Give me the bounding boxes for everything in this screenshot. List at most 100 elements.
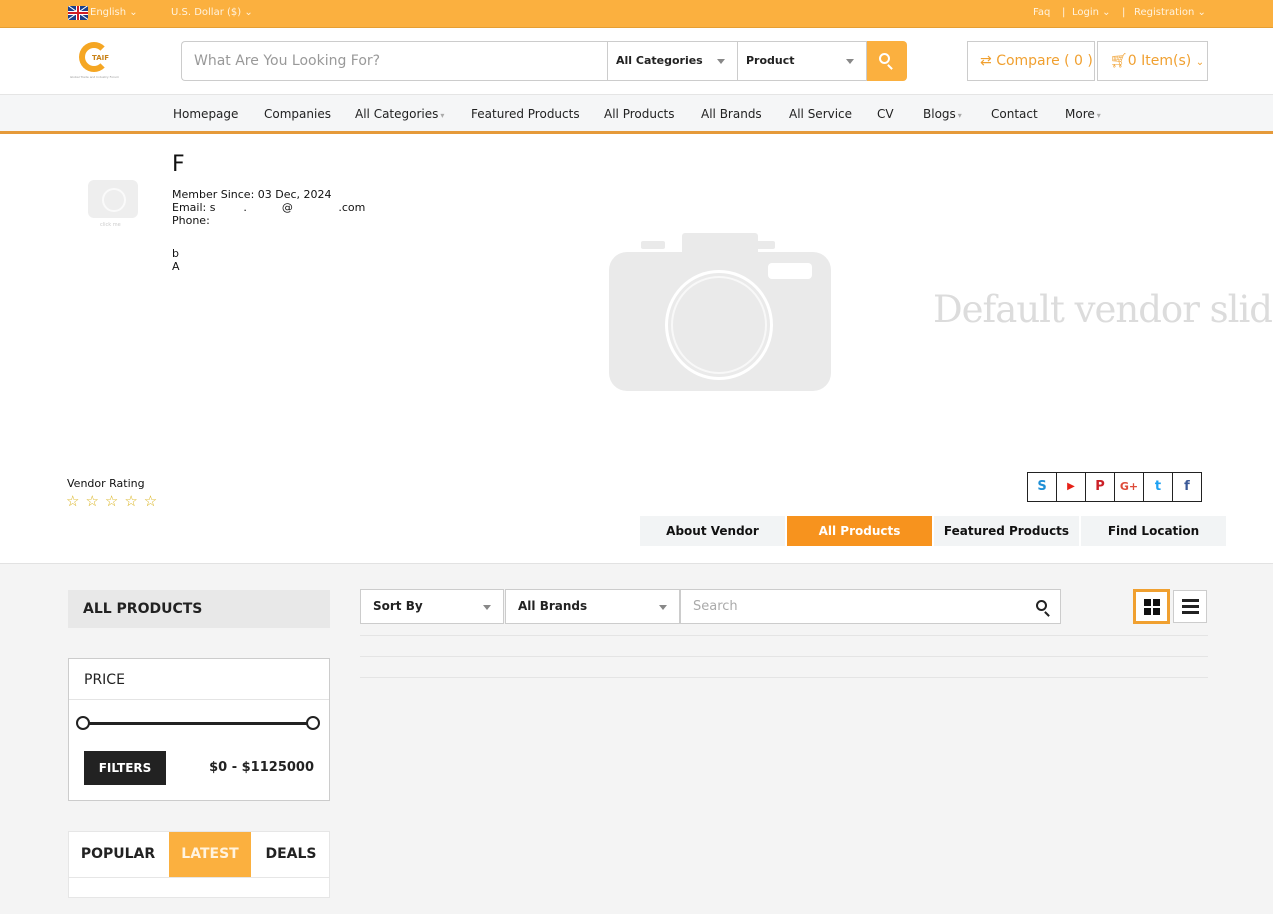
caret-down-icon: ▾ — [440, 111, 445, 120]
vendor-member-since: Member Since: 03 Dec, 2024 — [172, 188, 332, 201]
tab-find-location[interactable]: Find Location — [1081, 516, 1226, 546]
nav-homepage[interactable]: Homepage — [173, 107, 238, 121]
category-select[interactable]: All Categories — [607, 41, 738, 81]
chevron-down-icon: ⌄ — [244, 7, 253, 18]
currency-label: U.S. Dollar ($) — [171, 7, 242, 18]
social-links: S ▶ P G+ t f — [1027, 472, 1202, 502]
nav-label: Blogs — [923, 107, 956, 121]
nav-featured-products[interactable]: Featured Products — [471, 107, 580, 121]
nav-all-categories[interactable]: All Categories ▾ — [355, 107, 444, 121]
google-plus-icon[interactable]: G+ — [1114, 472, 1144, 502]
faq-link[interactable]: Faq — [1033, 7, 1050, 18]
tab-deals[interactable]: DEALS — [253, 832, 329, 877]
cart-icon: 🛒︎ — [1110, 53, 1128, 69]
divider — [360, 656, 1208, 657]
vendor-logo-placeholder — [88, 180, 138, 218]
chevron-down-icon: ⌄ — [1102, 7, 1111, 18]
tab-popular[interactable]: POPULAR — [69, 832, 167, 877]
login-label: Login — [1072, 7, 1099, 18]
brands-select[interactable]: All Brands — [505, 589, 680, 624]
vendor-slider-text: Default vendor slider — [933, 288, 1273, 331]
currency-selector[interactable]: U.S. Dollar ($) ⌄ — [171, 7, 253, 18]
price-filter: PRICE FILTERS $0 - $1125000 — [68, 658, 330, 801]
login-link[interactable]: Login ⌄ — [1072, 7, 1111, 18]
list-view-button[interactable] — [1173, 590, 1207, 623]
price-filter-title: PRICE — [84, 672, 125, 688]
skype-icon[interactable]: S — [1027, 472, 1057, 502]
nav-all-service[interactable]: All Service — [789, 107, 852, 121]
twitter-icon[interactable]: t — [1143, 472, 1173, 502]
filters-button[interactable]: FILTERS — [84, 751, 166, 785]
product-search-input[interactable]: Search — [680, 589, 1061, 624]
nav-more[interactable]: More ▾ — [1065, 107, 1101, 121]
youtube-icon[interactable]: ▶ — [1056, 472, 1086, 502]
logo-caption: Global Trade and Industry Forum — [70, 75, 120, 79]
chevron-down-icon: ⌄ — [129, 7, 138, 18]
tab-all-products[interactable]: All Products — [787, 516, 932, 546]
cart-label: 0 Item(s) — [1127, 53, 1192, 69]
nav-blogs[interactable]: Blogs ▾ — [923, 107, 962, 121]
caret-down-icon — [659, 605, 667, 610]
search-button[interactable] — [867, 41, 907, 81]
caret-down-icon — [483, 605, 491, 610]
nav-label: Homepage — [173, 107, 239, 121]
search-icon[interactable] — [1036, 600, 1047, 611]
exchange-icon: ⇄ — [980, 53, 992, 69]
nav-label: All Products — [604, 107, 675, 121]
nav-label: All Brands — [701, 107, 762, 121]
rating-stars-icon: ☆☆☆☆☆ — [66, 492, 164, 510]
price-slider-max-handle[interactable] — [306, 716, 320, 730]
nav-contact[interactable]: Contact — [991, 107, 1038, 121]
vendor-phone: Phone: — [172, 214, 210, 227]
nav-label: More — [1065, 107, 1095, 121]
nav-label: Featured Products — [471, 107, 580, 121]
main-search-input[interactable]: What Are You Looking For? — [181, 41, 607, 81]
compare-label: Compare ( 0 ) — [996, 53, 1093, 69]
caret-down-icon: ▾ — [1096, 111, 1101, 120]
registration-label: Registration — [1134, 7, 1195, 18]
pinterest-icon[interactable]: P — [1085, 472, 1115, 502]
chevron-down-icon: ⌄ — [1195, 57, 1205, 68]
tab-about-vendor[interactable]: About Vendor — [640, 516, 785, 546]
camera-placeholder-icon — [609, 233, 831, 391]
divider — [69, 699, 329, 700]
nav-companies[interactable]: Companies — [264, 107, 331, 121]
price-slider-min-handle[interactable] — [76, 716, 90, 730]
facebook-icon[interactable]: f — [1172, 472, 1202, 502]
cart-button[interactable]: 🛒︎0 Item(s) ⌄ — [1097, 41, 1208, 81]
site-logo[interactable]: TAIF Global Trade and Industry Forum — [70, 41, 120, 81]
language-selector[interactable]: English ⌄ — [90, 7, 138, 18]
divider — [360, 635, 1208, 636]
sidebar-heading: ALL PRODUCTS — [68, 590, 330, 628]
divider — [360, 677, 1208, 678]
vendor-name: F — [172, 152, 185, 177]
tab-featured-products[interactable]: Featured Products — [934, 516, 1079, 546]
tab-latest[interactable]: LATEST — [169, 832, 251, 877]
nav-cv[interactable]: CV — [877, 107, 894, 121]
logo-text: TAIF — [92, 54, 110, 62]
nav-label: All Service — [789, 107, 853, 121]
type-select[interactable]: Product — [737, 41, 867, 81]
caret-down-icon: ▾ — [957, 111, 962, 120]
search-placeholder: What Are You Looking For? — [194, 53, 381, 69]
grid-view-button[interactable] — [1133, 589, 1170, 624]
caret-down-icon — [846, 59, 854, 64]
vendor-info-line: A — [172, 260, 180, 273]
price-slider-track[interactable] — [89, 722, 317, 725]
nav-all-products[interactable]: All Products — [604, 107, 675, 121]
registration-link[interactable]: Registration ⌄ — [1134, 7, 1206, 18]
sort-by-select[interactable]: Sort By — [360, 589, 504, 624]
search-icon — [879, 53, 890, 64]
nav-label: CV — [877, 107, 894, 121]
sort-by-value: Sort By — [373, 599, 423, 613]
compare-button[interactable]: ⇄ Compare ( 0 ) — [967, 41, 1095, 81]
main-nav: Homepage Companies All Categories ▾ Featu… — [0, 94, 1273, 134]
category-select-value: All Categories — [616, 54, 703, 67]
price-range-value: $0 - $1125000 — [209, 760, 314, 775]
nav-all-brands[interactable]: All Brands — [701, 107, 762, 121]
type-select-value: Product — [746, 54, 795, 67]
top-bar: English ⌄ U.S. Dollar ($) ⌄ Faq | Login … — [0, 0, 1273, 28]
brands-value: All Brands — [518, 599, 588, 613]
vendor-info-line: b — [172, 247, 179, 260]
divider: | — [1122, 7, 1126, 18]
